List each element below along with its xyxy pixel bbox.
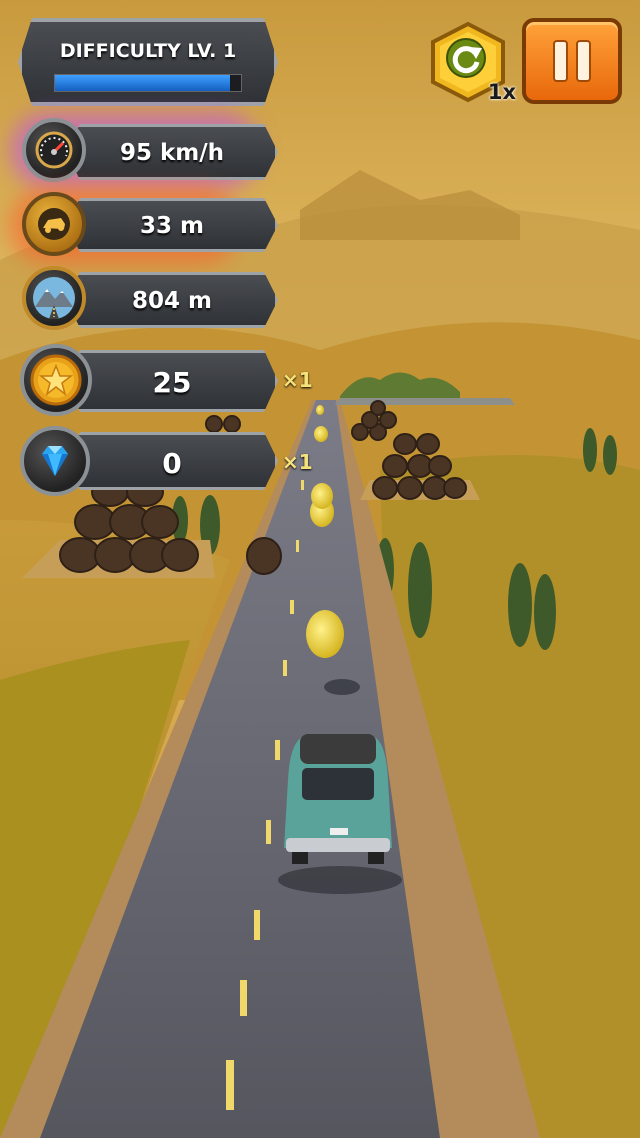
coin-badge bbox=[20, 344, 92, 416]
speedometer-badge bbox=[22, 118, 86, 182]
speed-multiplier-label: 1x bbox=[487, 80, 516, 104]
far-platform bbox=[335, 398, 515, 405]
coin-shadow bbox=[324, 679, 360, 695]
distance-stat-panel: 804 m bbox=[66, 272, 278, 328]
speed-value: 95 km/h bbox=[119, 140, 225, 166]
coins-value: 25 bbox=[152, 366, 192, 399]
gem-badge bbox=[20, 426, 90, 496]
coins-multiplier: ×1 bbox=[282, 368, 313, 392]
car-jump-badge bbox=[22, 192, 86, 256]
refresh-arrow-icon bbox=[446, 38, 486, 78]
car-jump-icon bbox=[38, 208, 70, 240]
restart-speed-button[interactable]: 1x bbox=[426, 20, 516, 104]
speed-stat-panel: 95 km/h bbox=[66, 124, 278, 180]
difficulty-panel: DIFFICULTY LV. 1 bbox=[18, 18, 278, 106]
speedometer-icon bbox=[35, 131, 73, 169]
jump-stat-panel: 33 m bbox=[66, 198, 278, 252]
diamond-icon bbox=[42, 446, 68, 476]
distance-badge bbox=[22, 266, 86, 330]
pause-button[interactable] bbox=[522, 18, 622, 104]
mountain-road-icon bbox=[33, 277, 75, 319]
pause-icon bbox=[553, 40, 591, 82]
star-coin-icon bbox=[30, 354, 82, 406]
gems-value: 0 bbox=[162, 447, 182, 480]
difficulty-progress-track bbox=[54, 74, 242, 92]
difficulty-progress-fill bbox=[55, 75, 230, 91]
gems-stat-panel: 0 bbox=[66, 432, 278, 490]
distance-value: 804 m bbox=[132, 288, 212, 314]
coins-stat-panel: 25 bbox=[66, 350, 278, 412]
difficulty-label: DIFFICULTY LV. 1 bbox=[59, 40, 237, 62]
jump-value: 33 m bbox=[140, 213, 204, 239]
gems-multiplier: ×1 bbox=[282, 450, 313, 474]
